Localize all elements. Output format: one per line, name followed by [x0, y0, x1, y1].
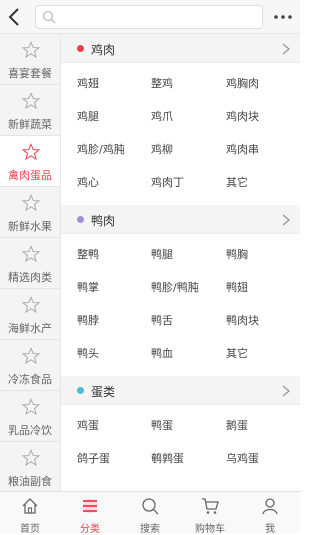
subcategory-item[interactable]: 鸭胸	[209, 238, 300, 271]
tab-cart[interactable]: 购物车	[180, 492, 240, 535]
sidebar-item-label: 精选肉类	[8, 271, 52, 284]
sidebar-item[interactable]: 喜宴套餐	[0, 34, 60, 85]
section-header[interactable]: 鸡肉	[61, 34, 300, 63]
subcategory-item[interactable]: 鸭脖	[61, 304, 135, 337]
sidebar-item-label: 禽肉蛋品	[8, 169, 52, 182]
subcategory-item[interactable]: 鸡胗/鸡肫	[61, 133, 135, 166]
back-arrow-icon	[8, 8, 19, 26]
back-button[interactable]	[6, 6, 24, 28]
more-button[interactable]	[272, 6, 294, 28]
subcategory-item[interactable]: 其它	[209, 166, 300, 199]
sidebar-item-label: 乳品冷饮	[8, 424, 52, 437]
subcategory-item[interactable]: 鸡蛋	[61, 409, 135, 442]
subcategory-item[interactable]: 鹅蛋	[209, 409, 300, 442]
section-item-grid: 鸡蛋 鸭蛋 鹅蛋鸽子蛋 鹌鹑蛋 乌鸡蛋	[61, 405, 300, 481]
sidebar-item[interactable]: 粮油副食	[0, 442, 60, 491]
sidebar-item-label: 新鲜蔬菜	[8, 118, 52, 131]
sidebar-item[interactable]: 海鲜水产	[0, 289, 60, 340]
sidebar-item-label: 粮油副食	[8, 475, 52, 488]
subcategory-item[interactable]: 鸡肉丁	[135, 166, 209, 199]
section-title: 鸭肉	[91, 214, 116, 228]
chevron-right-icon	[282, 43, 291, 55]
category-icon	[82, 498, 98, 514]
top-bar	[0, 0, 300, 34]
tab-profile[interactable]: 我	[240, 492, 300, 535]
sidebar-item[interactable]: 新鲜水果	[0, 187, 60, 238]
chevron-right-icon	[282, 214, 291, 226]
subcategory-item[interactable]: 鸭血	[135, 337, 209, 370]
section-title: 蛋类	[91, 385, 116, 399]
subcategory-item[interactable]: 鸭腿	[135, 238, 209, 271]
subcategory-panel: 鸡肉 鸡翅 整鸡 鸡胸肉 鸡腿 鸡爪 鸡肉块 鸡胗/鸡肫 鸡柳 鸡肉串 鸡心 鸡肉丁 其它 鸭肉 整鸭 鸭腿鸭…	[61, 34, 300, 491]
subcategory-item[interactable]: 鸡翅	[61, 67, 135, 100]
sidebar-item-label: 喜宴套餐	[8, 67, 52, 80]
subcategory-item[interactable]: 鸡腿	[61, 100, 135, 133]
star-icon	[22, 296, 40, 314]
section-dot	[77, 216, 84, 223]
star-icon	[22, 449, 40, 467]
search-icon	[42, 10, 56, 24]
subcategory-item[interactable]: 鸡柳	[135, 133, 209, 166]
subcategory-item[interactable]: 鸭掌	[61, 271, 135, 304]
chevron-right-icon	[282, 385, 291, 397]
subcategory-item[interactable]: 鸡心	[61, 166, 135, 199]
subcategory-item[interactable]: 其它	[209, 337, 300, 370]
more-dots-icon	[274, 15, 292, 19]
home-icon	[22, 498, 38, 514]
subcategory-item[interactable]: 鸭头	[61, 337, 135, 370]
subcategory-item[interactable]: 鸭肉块	[209, 304, 300, 337]
subcategory-item[interactable]: 乌鸡蛋	[209, 442, 300, 475]
sidebar-item[interactable]: 精选肉类	[0, 238, 60, 289]
bottom-tab-bar: 首页 分类 搜索 购物车我	[0, 491, 300, 535]
star-icon	[22, 41, 40, 59]
section-dot	[77, 45, 84, 52]
subcategory-item[interactable]: 鸡爪	[135, 100, 209, 133]
search-icon	[142, 498, 159, 515]
tab-home[interactable]: 首页	[0, 492, 60, 535]
subcategory-item[interactable]: 鸭蛋	[135, 409, 209, 442]
subcategory-item[interactable]: 鸭胗/鸭肫	[135, 271, 209, 304]
section-header[interactable]: 鸭肉	[61, 205, 300, 234]
sidebar-item[interactable]: 冷冻食品	[0, 340, 60, 391]
section-item-grid: 整鸭 鸭腿 鸭胸鸭掌 鸭胗/鸭肫 鸭翅鸭脖 鸭舌 鸭肉块鸭头 鸭血 其它	[61, 234, 300, 376]
section-header[interactable]: 蛋类	[61, 376, 300, 405]
subcategory-item[interactable]: 鸽子蛋	[61, 442, 135, 475]
tab-category[interactable]: 分类	[60, 492, 120, 535]
subcategory-item[interactable]: 鸭翅	[209, 271, 300, 304]
section-item-grid: 鸡翅 整鸡 鸡胸肉鸡腿 鸡爪 鸡肉块鸡胗/鸡肫 鸡柳 鸡肉串鸡心 鸡肉丁 其它	[61, 63, 300, 205]
star-icon	[22, 194, 40, 212]
subcategory-item[interactable]: 鸡肉串	[209, 133, 300, 166]
subcategory-item[interactable]: 整鸭	[61, 238, 135, 271]
profile-icon	[262, 498, 278, 515]
star-icon	[22, 398, 40, 416]
subcategory-item[interactable]: 鹌鹑蛋	[135, 442, 209, 475]
star-icon	[22, 92, 40, 110]
section-dot	[77, 387, 84, 394]
star-icon	[22, 347, 40, 365]
subcategory-item[interactable]: 鸭舌	[135, 304, 209, 337]
subcategory-item[interactable]: 整鸡	[135, 67, 209, 100]
subcategory-item[interactable]: 鸡胸肉	[209, 67, 300, 100]
sidebar-item[interactable]: 新鲜蔬菜	[0, 85, 60, 136]
sidebar-item-label: 冷冻食品	[8, 373, 52, 386]
section-title: 鸡肉	[91, 43, 116, 57]
subcategory-item[interactable]: 鸡肉块	[209, 100, 300, 133]
cart-icon	[202, 498, 219, 514]
sidebar-item[interactable]: 乳品冷饮	[0, 391, 60, 442]
category-sidebar: 喜宴套餐新鲜蔬菜禽肉蛋品新鲜水果精选肉类海鲜水产冷冻食品乳品冷饮粮油副食	[0, 34, 61, 491]
star-icon	[22, 143, 40, 161]
search-input[interactable]	[35, 5, 263, 29]
sidebar-item-label: 海鲜水产	[8, 322, 52, 335]
star-icon	[22, 245, 40, 263]
tab-search[interactable]: 搜索	[120, 492, 180, 535]
sidebar-item-label: 新鲜水果	[8, 220, 52, 233]
sidebar-item[interactable]: 禽肉蛋品	[0, 136, 60, 187]
